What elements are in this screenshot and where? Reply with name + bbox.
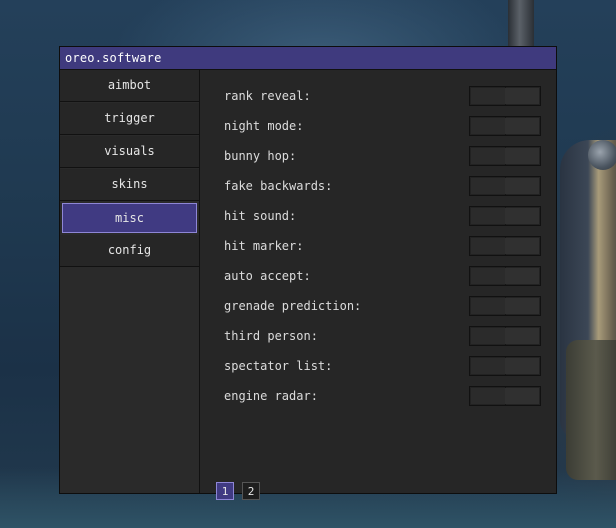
option-row-hit-marker: hit marker: xyxy=(224,236,541,256)
background-soldier-pouch xyxy=(566,340,616,480)
background-soldier-shoulder xyxy=(588,140,616,170)
toggle-fake-backwards[interactable] xyxy=(469,176,541,196)
toggle-on-segment xyxy=(505,118,539,134)
option-row-spectator-list: spectator list: xyxy=(224,356,541,376)
toggle-on-segment xyxy=(505,178,539,194)
toggle-off-segment xyxy=(471,298,505,314)
toggle-off-segment xyxy=(471,268,505,284)
cheat-menu-window: oreo.software aimbot trigger visuals ski… xyxy=(59,46,557,500)
sidebar-item-trigger[interactable]: trigger xyxy=(60,103,199,135)
toggle-night-mode[interactable] xyxy=(469,116,541,136)
option-row-auto-accept: auto accept: xyxy=(224,266,541,286)
sidebar-item-aimbot[interactable]: aimbot xyxy=(60,70,199,102)
toggle-on-segment xyxy=(505,238,539,254)
toggle-off-segment xyxy=(471,118,505,134)
option-label-night-mode: night mode: xyxy=(224,119,304,133)
option-row-fake-backwards: fake backwards: xyxy=(224,176,541,196)
toggle-on-segment xyxy=(505,148,539,164)
option-row-rank-reveal: rank reveal: xyxy=(224,86,541,106)
toggle-third-person[interactable] xyxy=(469,326,541,346)
toggle-engine-radar[interactable] xyxy=(469,386,541,406)
toggle-off-segment xyxy=(471,208,505,224)
toggle-off-segment xyxy=(471,88,505,104)
toggle-hit-marker[interactable] xyxy=(469,236,541,256)
window-title: oreo.software xyxy=(65,51,162,65)
toggle-off-segment xyxy=(471,328,505,344)
toggle-rank-reveal[interactable] xyxy=(469,86,541,106)
option-label-fake-backwards: fake backwards: xyxy=(224,179,333,193)
option-row-engine-radar: engine radar: xyxy=(224,386,541,406)
option-row-hit-sound: hit sound: xyxy=(224,206,541,226)
toggle-off-segment xyxy=(471,238,505,254)
sidebar: aimbot trigger visuals skins misc config xyxy=(60,70,200,493)
option-label-spectator-list: spectator list: xyxy=(224,359,333,373)
toggle-auto-accept[interactable] xyxy=(469,266,541,286)
option-label-rank-reveal: rank reveal: xyxy=(224,89,311,103)
toggle-on-segment xyxy=(505,358,539,374)
option-label-third-person: third person: xyxy=(224,329,318,343)
toggle-on-segment xyxy=(505,88,539,104)
misc-panel: rank reveal: night mode: bunny hop: fake ba… xyxy=(200,70,556,500)
option-row-bunny-hop: bunny hop: xyxy=(224,146,541,166)
option-row-night-mode: night mode: xyxy=(224,116,541,136)
page-1-button[interactable]: 1 xyxy=(216,482,234,500)
page-2-button[interactable]: 2 xyxy=(242,482,260,500)
toggle-grenade-prediction[interactable] xyxy=(469,296,541,316)
option-row-third-person: third person: xyxy=(224,326,541,346)
toggle-bunny-hop[interactable] xyxy=(469,146,541,166)
toggle-on-segment xyxy=(505,388,539,404)
sidebar-item-skins[interactable]: skins xyxy=(60,169,199,201)
option-label-grenade-prediction: grenade prediction: xyxy=(224,299,362,313)
toggle-off-segment xyxy=(471,358,505,374)
option-label-engine-radar: engine radar: xyxy=(224,389,318,403)
sidebar-item-visuals[interactable]: visuals xyxy=(60,136,199,168)
toggle-on-segment xyxy=(505,328,539,344)
option-label-bunny-hop: bunny hop: xyxy=(224,149,297,163)
toggle-on-segment xyxy=(505,208,539,224)
option-label-hit-marker: hit marker: xyxy=(224,239,304,253)
toggle-on-segment xyxy=(505,298,539,314)
background-weapon-barrel xyxy=(508,0,534,50)
option-label-hit-sound: hit sound: xyxy=(224,209,297,223)
toggle-spectator-list[interactable] xyxy=(469,356,541,376)
toggle-off-segment xyxy=(471,388,505,404)
toggle-on-segment xyxy=(505,268,539,284)
toggle-off-segment xyxy=(471,178,505,194)
sidebar-item-misc[interactable]: misc xyxy=(62,203,197,233)
toggle-hit-sound[interactable] xyxy=(469,206,541,226)
option-row-grenade-prediction: grenade prediction: xyxy=(224,296,541,316)
toggle-off-segment xyxy=(471,148,505,164)
title-bar[interactable]: oreo.software xyxy=(60,47,556,70)
option-label-auto-accept: auto accept: xyxy=(224,269,311,283)
sidebar-item-config[interactable]: config xyxy=(60,235,199,267)
